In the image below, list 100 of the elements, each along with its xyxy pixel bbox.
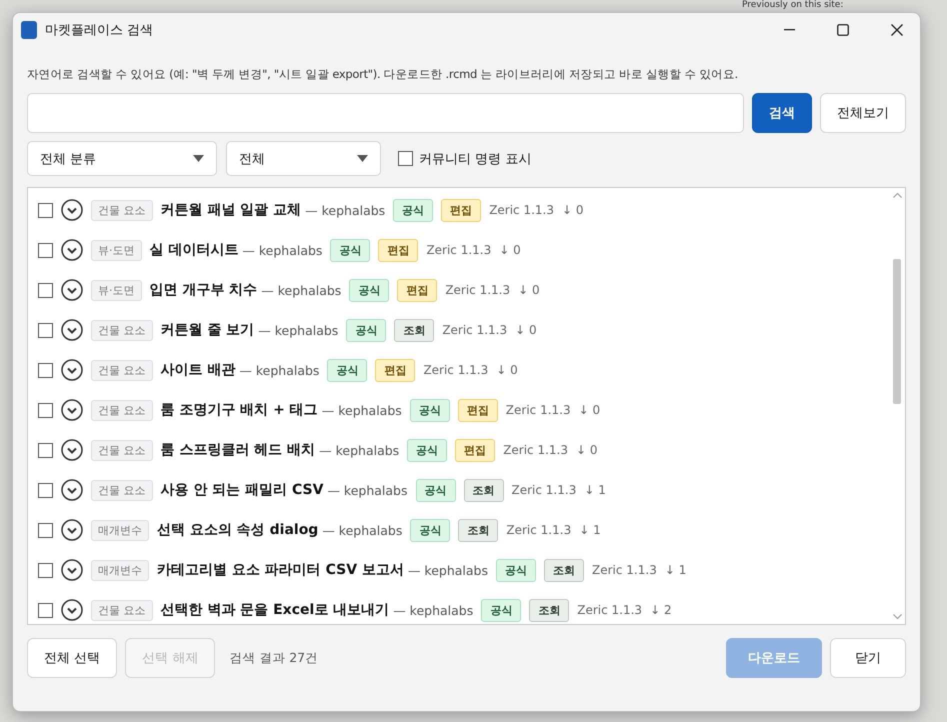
row-checkbox[interactable] xyxy=(38,602,53,618)
author-text: — kephalabs xyxy=(393,602,474,618)
status-tag: 조회 xyxy=(458,518,498,542)
dropdown-caret-icon xyxy=(193,155,204,162)
download-count: ↓ 0 xyxy=(562,203,584,217)
command-title: 카테고리별 요소 파라미터 CSV 보고서 xyxy=(157,561,404,579)
download-count: ↓ 1 xyxy=(664,563,686,577)
version-text: Zeric 1.1.3 xyxy=(592,563,657,577)
description-text: 자연어로 검색할 수 있어요 (예: "벽 두께 변경", "시트 일괄 export"). 다운로드한 .rcmd 는 라이브러리에 저장되고 바로 실행할 수 있어요. xyxy=(27,67,739,82)
status-tag: 공식 xyxy=(393,198,434,222)
minimize-icon xyxy=(784,29,794,31)
version-text: Zeric 1.1.3 xyxy=(512,483,576,497)
close-icon xyxy=(891,24,903,36)
scroll-up-icon[interactable] xyxy=(892,192,902,198)
status-tag: 편집 xyxy=(397,278,438,302)
command-title: 룸 조명기구 배치 + 태그 xyxy=(160,401,318,419)
expand-chevron-icon[interactable] xyxy=(61,599,83,621)
status-tag: 공식 xyxy=(410,518,450,542)
search-field[interactable] xyxy=(27,93,744,133)
command-title: 커튼월 패널 일괄 교체 xyxy=(160,201,302,219)
author-text: — kephalabs xyxy=(261,282,342,298)
command-title: 입면 개구부 치수 xyxy=(150,281,258,299)
version-text: Zeric 1.1.3 xyxy=(423,363,488,377)
expand-chevron-icon[interactable] xyxy=(61,359,83,381)
download-count: ↓ 0 xyxy=(576,443,598,457)
app-logo-icon xyxy=(21,21,37,39)
row-checkbox[interactable] xyxy=(38,242,53,258)
row-checkbox[interactable] xyxy=(38,482,53,498)
status-tag: 공식 xyxy=(416,478,456,502)
category-tag: 매개변수 xyxy=(91,560,149,580)
category-dropdown[interactable]: 전체 분류 xyxy=(27,141,217,176)
expand-chevron-icon[interactable] xyxy=(61,559,83,581)
version-text: Zeric 1.1.3 xyxy=(426,243,492,257)
close-dialog-button[interactable]: 닫기 xyxy=(830,638,906,678)
row-checkbox[interactable] xyxy=(38,562,53,578)
status-tag: 공식 xyxy=(349,278,390,302)
status-tag: 조회 xyxy=(394,318,434,342)
row-checkbox[interactable] xyxy=(38,442,53,458)
category-tag: 건물 요소 xyxy=(91,320,152,340)
scope-dropdown[interactable]: 전체 xyxy=(226,141,381,176)
author-text: — kephalabs xyxy=(322,522,402,538)
row-checkbox[interactable] xyxy=(38,202,53,218)
maximize-icon xyxy=(837,24,849,36)
command-title: 선택 요소의 속성 dialog xyxy=(157,521,318,539)
community-checkbox[interactable] xyxy=(398,151,413,166)
search-button[interactable]: 검색 xyxy=(752,93,812,133)
version-text: Zeric 1.1.3 xyxy=(503,443,568,457)
command-title: 사용 안 되는 패밀리 CSV xyxy=(160,481,324,499)
status-tag: 편집 xyxy=(378,238,418,262)
status-tag: 공식 xyxy=(410,398,450,422)
status-tag: 편집 xyxy=(458,398,498,422)
row-checkbox[interactable] xyxy=(38,282,53,298)
command-title: 룸 스프링클러 헤드 배치 xyxy=(160,441,316,459)
version-text: Zeric 1.1.3 xyxy=(506,403,571,417)
download-count: ↓ 2 xyxy=(650,603,672,617)
status-tag: 편집 xyxy=(375,358,416,382)
expand-chevron-icon[interactable] xyxy=(61,519,83,541)
background-caption: Previously on this site: xyxy=(742,0,844,10)
status-tag: 편집 xyxy=(441,198,482,222)
expand-chevron-icon[interactable] xyxy=(61,439,83,461)
download-count: ↓ 0 xyxy=(515,323,537,337)
status-tag: 조회 xyxy=(464,478,504,502)
command-title: 커튼월 줄 보기 xyxy=(160,321,254,339)
scroll-down-icon[interactable] xyxy=(892,614,902,620)
version-text: Zeric 1.1.3 xyxy=(445,283,510,297)
expand-chevron-icon[interactable] xyxy=(61,279,83,301)
category-tag: 뷰·도면 xyxy=(91,240,142,260)
download-count: ↓ 1 xyxy=(579,523,601,537)
expand-chevron-icon[interactable] xyxy=(61,319,83,341)
author-text: — kephalabs xyxy=(239,362,320,378)
command-title: 실 데이터시트 xyxy=(150,241,238,259)
row-checkbox[interactable] xyxy=(38,322,53,338)
version-text: Zeric 1.1.3 xyxy=(489,203,554,217)
version-text: Zeric 1.1.3 xyxy=(442,323,508,337)
version-text: Zeric 1.1.3 xyxy=(577,603,642,617)
select-all-button[interactable]: 전체 선택 xyxy=(27,638,118,678)
command-title: 사이트 배관 xyxy=(160,361,236,379)
command-title: 선택한 벽과 문을 Excel로 내보내기 xyxy=(160,601,390,619)
row-checkbox[interactable] xyxy=(38,362,53,378)
status-tag: 공식 xyxy=(346,318,386,342)
status-tag: 공식 xyxy=(327,358,368,382)
status-tag: 편집 xyxy=(455,438,496,462)
author-text: — kephalabs xyxy=(305,202,386,218)
expand-chevron-icon[interactable] xyxy=(61,479,83,501)
status-tag: 공식 xyxy=(330,238,370,262)
expand-chevron-icon[interactable] xyxy=(61,239,83,261)
expand-chevron-icon[interactable] xyxy=(61,199,83,221)
category-tag: 건물 요소 xyxy=(91,200,152,220)
show-all-button[interactable]: 전체보기 xyxy=(820,93,906,133)
status-tag: 공식 xyxy=(407,438,448,462)
row-checkbox[interactable] xyxy=(38,522,53,538)
download-count: ↓ 0 xyxy=(578,403,600,417)
category-tag: 뷰·도면 xyxy=(91,280,142,300)
expand-chevron-icon[interactable] xyxy=(61,399,83,421)
result-count: 검색 결과 27건 xyxy=(229,650,320,666)
category-tag: 건물 요소 xyxy=(91,360,152,380)
author-text: — kephalabs xyxy=(258,322,338,338)
scrollbar-thumb[interactable] xyxy=(893,258,901,404)
row-checkbox[interactable] xyxy=(38,402,53,418)
category-tag: 건물 요소 xyxy=(91,440,152,460)
